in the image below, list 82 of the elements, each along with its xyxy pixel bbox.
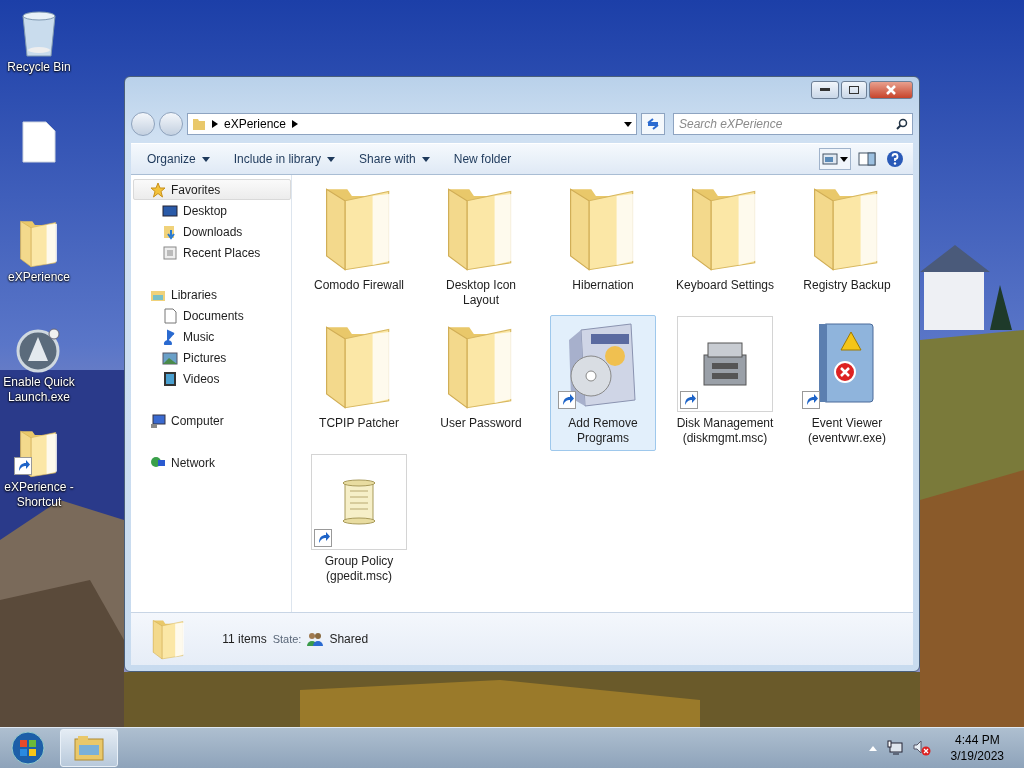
downloads-icon [162, 223, 178, 240]
recycle-bin-icon[interactable] [21, 10, 57, 58]
maximize-icon [849, 86, 859, 94]
file-name: Hibernation [571, 278, 635, 293]
refresh-button[interactable] [641, 113, 665, 135]
file-item[interactable]: User Password [428, 315, 534, 451]
nav-item[interactable]: Computer [133, 410, 291, 431]
nav-item[interactable]: Downloads [133, 221, 291, 242]
file-name: Disk Management (diskmgmt.msc) [675, 416, 775, 446]
file-item[interactable]: Event Viewer (eventvwr.exe) [794, 315, 900, 451]
breadcrumb[interactable]: eXPerience [224, 117, 287, 131]
close-button[interactable] [869, 81, 913, 99]
desktop-icon-label[interactable]: Recycle Bin [7, 60, 71, 75]
file-name: Group Policy (gpedit.msc) [323, 554, 395, 584]
nav-item[interactable]: Recent Places [133, 242, 291, 263]
clock[interactable]: 4:44 PM 3/19/2023 [950, 732, 1004, 764]
nav-item[interactable]: Desktop [133, 200, 291, 221]
caret-icon [201, 156, 210, 162]
muted-speaker-icon[interactable] [912, 740, 931, 756]
file-name: Registry Backup [802, 278, 892, 293]
minimize-button[interactable] [811, 81, 839, 99]
file-item[interactable]: TCPIP Patcher [306, 315, 412, 451]
file-name: Desktop Icon Layout [444, 278, 517, 308]
toolbar-button[interactable]: Organize [137, 148, 220, 170]
address-bar[interactable]: eXPerience [187, 113, 637, 135]
nav-item[interactable]: Videos [133, 368, 291, 389]
start-button[interactable] [8, 728, 48, 768]
item-count: 11 items [222, 632, 267, 646]
file-item[interactable]: Registry Backup [794, 177, 900, 313]
dropdown-caret-icon[interactable] [624, 121, 632, 127]
file-item[interactable]: Comodo Firewall [306, 177, 412, 313]
documents-icon [162, 307, 178, 324]
minimize-icon [820, 88, 830, 92]
desktop-icon-label[interactable]: eXPerience - Shortcut [0, 480, 78, 510]
folder-icon [192, 117, 206, 131]
nav-item[interactable]: Documents [133, 305, 291, 326]
file-name: Event Viewer (eventvwr.exe) [807, 416, 887, 446]
nav-item[interactable]: Favorites [133, 179, 291, 200]
maximize-button[interactable] [841, 81, 867, 99]
state-label: State: [272, 633, 302, 645]
windows-logo-icon [11, 731, 45, 765]
computer-icon [150, 412, 166, 429]
users-icon [307, 632, 324, 646]
view-button[interactable] [819, 148, 851, 170]
help-icon [886, 150, 904, 168]
folder-icon [74, 735, 104, 761]
caret-icon [421, 156, 430, 162]
chevron-icon [212, 120, 218, 128]
file-name: Add Remove Programs [567, 416, 639, 446]
caret-icon [327, 156, 336, 162]
network-icon[interactable] [886, 740, 903, 756]
star-icon [150, 181, 166, 198]
toolbar-button[interactable]: New folder [443, 148, 522, 170]
file-name: Comodo Firewall [313, 278, 405, 293]
caret-icon [840, 156, 848, 162]
file-item[interactable]: Desktop Icon Layout [428, 177, 534, 313]
file-item[interactable]: Keyboard Settings [672, 177, 778, 313]
toolbar-button[interactable]: Include in library [223, 148, 346, 170]
close-icon [886, 85, 896, 95]
desktop-icon-label[interactable]: eXPerience [7, 270, 70, 285]
file-name: User Password [439, 416, 523, 431]
toolbar-button[interactable]: Share with [349, 148, 440, 170]
file-item[interactable]: Add Remove Programs [550, 315, 656, 451]
recent-icon [162, 244, 178, 261]
view-icon [822, 152, 838, 166]
preview-pane-icon [858, 152, 876, 166]
document-icon[interactable] [22, 121, 56, 163]
file-item[interactable]: Hibernation [550, 177, 656, 313]
videos-icon [162, 370, 178, 387]
state-value: Shared [329, 632, 369, 646]
chevron-icon [292, 120, 299, 128]
desktop-icon-label[interactable]: Enable Quick Launch.exe [0, 375, 78, 405]
nav-item[interactable]: Pictures [133, 347, 291, 368]
file-name: TCPIP Patcher [318, 416, 400, 431]
desktop-icon [162, 202, 178, 219]
nav-item[interactable]: Network [133, 452, 291, 473]
nav-item[interactable]: Music [133, 326, 291, 347]
nav-item[interactable]: Libraries [133, 284, 291, 305]
file-name: Keyboard Settings [675, 278, 775, 293]
app-icon[interactable] [16, 327, 62, 373]
refresh-icon [646, 118, 660, 130]
pictures-icon [162, 349, 178, 366]
